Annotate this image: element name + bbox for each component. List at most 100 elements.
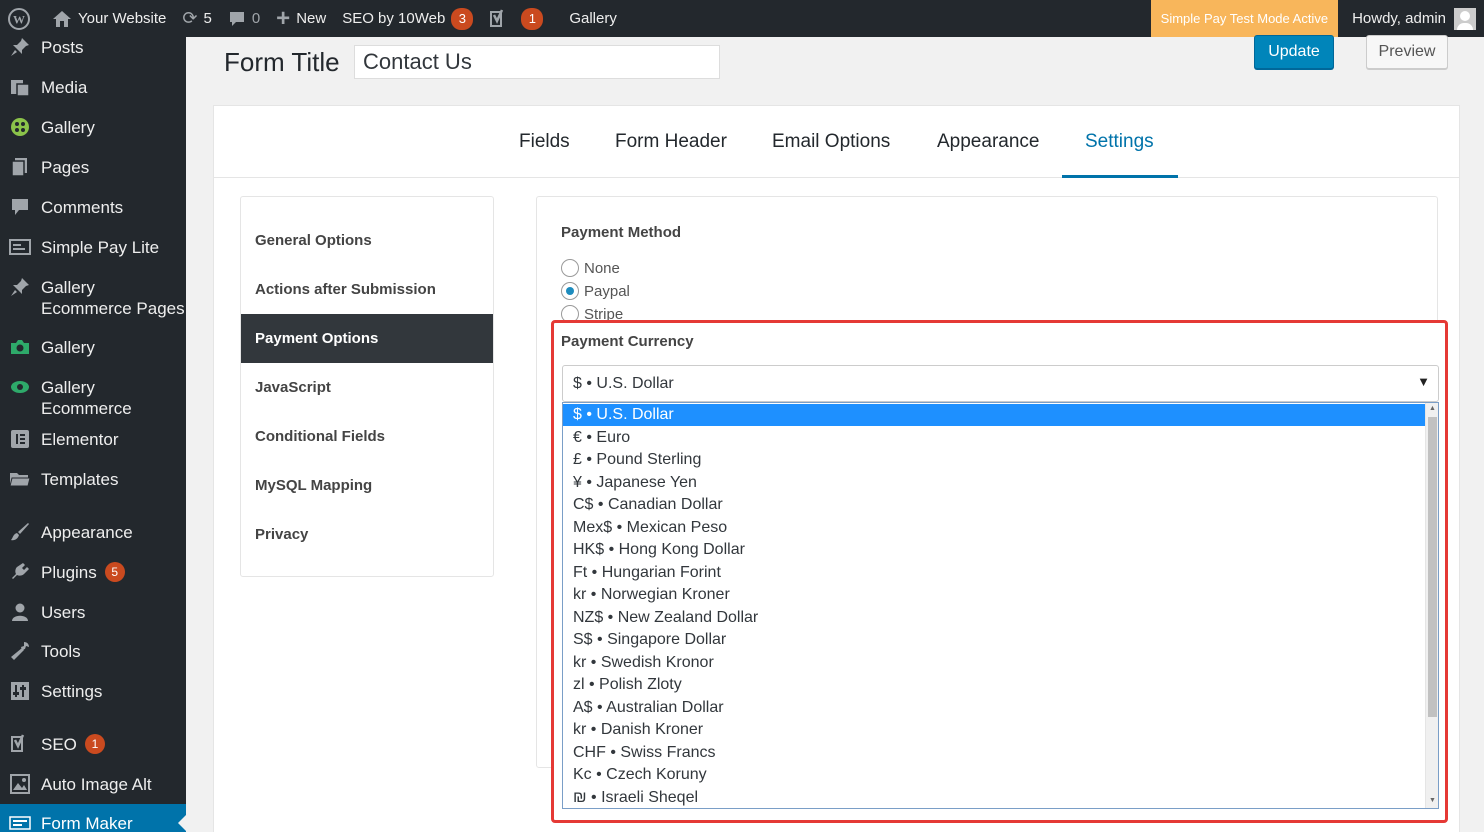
sidebar-item-tools[interactable]: Tools [0,641,186,662]
simple-pay-icon [8,237,32,257]
tab-email-options[interactable]: Email Options [772,106,890,178]
nav-javascript[interactable]: JavaScript [241,363,493,412]
nav-privacy[interactable]: Privacy [241,510,493,559]
currency-option[interactable]: HK$ • Hong Kong Dollar [563,539,1425,561]
sidebar-item-settings[interactable]: Settings [0,681,186,702]
sidebar-item-label: Simple Pay Lite [41,238,160,257]
updates-link[interactable]: ⟳ 5 [174,0,219,37]
sidebar-item-comments[interactable]: Comments [0,197,186,218]
sidebar-item-gallery-2[interactable]: Gallery [0,337,186,358]
nav-actions-after-submission[interactable]: Actions after Submission [241,265,493,314]
currency-option[interactable]: ₪ • Israeli Sheqel [563,787,1425,808]
gallery-link[interactable]: Gallery [551,0,625,37]
dropdown-scrollbar[interactable]: ▲ ▼ [1425,403,1438,808]
comment-icon [228,10,246,28]
tab-form-header[interactable]: Form Header [615,106,727,178]
tab-appearance[interactable]: Appearance [937,106,1039,178]
nav-general-options[interactable]: General Options [241,216,493,265]
yoast-link[interactable]: 1 [481,0,551,37]
gallery-label: Gallery [569,10,617,27]
comments-count: 0 [251,10,261,27]
radio-label: Paypal [584,282,630,300]
currency-option[interactable]: ¥ • Japanese Yen [563,472,1425,494]
avatar [1454,7,1476,30]
sidebar-item-label: Elementor [41,430,119,449]
currency-option[interactable]: C$ • Canadian Dollar [563,494,1425,516]
currency-option[interactable]: € • Euro [563,427,1425,449]
form-title-label: Form Title [224,47,340,77]
folder-icon [8,469,32,489]
pin-icon [8,277,32,297]
sidebar-item-auto-image-alt[interactable]: Auto Image Alt [0,774,186,795]
sidebar-item-gallery-ecommerce-pages[interactable]: Gallery Ecommerce Pages [0,277,186,319]
currency-option[interactable]: CHF • Swiss Francs [563,742,1425,764]
sidebar-item-form-maker[interactable]: Form Maker [0,804,186,832]
currency-dropdown-list[interactable]: $ • U.S. Dollar € • Euro £ • Pound Sterl… [562,402,1439,809]
dropdown-arrow-icon: ▼ [1417,374,1430,389]
sidebar-item-posts[interactable]: Posts [0,37,186,58]
radio-none[interactable] [561,259,579,277]
sidebar-item-pages[interactable]: Pages [0,157,186,178]
sidebar-item-gallery[interactable]: Gallery [0,117,186,138]
currency-option[interactable]: kr • Danish Kroner [563,719,1425,741]
sidebar-item-label: Settings [41,682,103,701]
user-icon [8,602,32,622]
currency-option[interactable]: $ • U.S. Dollar [563,404,1425,426]
currency-option[interactable]: kr • Swedish Kronor [563,652,1425,674]
sidebar-item-label: Tools [41,642,81,661]
svg-text:W: W [13,12,25,26]
currency-option[interactable]: A$ • Australian Dollar [563,697,1425,719]
nav-payment-options[interactable]: Payment Options [241,314,493,363]
sidebar-item-appearance[interactable]: Appearance [0,522,186,543]
wordpress-logo[interactable]: W [0,0,44,37]
nav-mysql-mapping[interactable]: MySQL Mapping [241,461,493,510]
sidebar-item-plugins[interactable]: Plugins 5 [0,562,186,583]
currency-option[interactable]: Ft • Hungarian Forint [563,562,1425,584]
test-mode-notice[interactable]: Simple Pay Test Mode Active [1150,0,1339,37]
scroll-up-icon[interactable]: ▲ [1428,404,1437,414]
sidebar-item-label: SEO [41,735,77,754]
update-button[interactable]: Update [1254,35,1334,69]
currency-option[interactable]: Kc • Czech Koruny [563,764,1425,786]
site-name-link[interactable]: Your Website [44,0,174,37]
sidebar-item-label: Form Maker [41,813,133,832]
new-content-link[interactable]: + New [268,0,334,37]
scrollbar-thumb[interactable] [1428,417,1437,717]
sidebar-item-label: Users [41,603,86,622]
currency-option[interactable]: zl • Polish Zloty [563,674,1425,696]
payment-currency-select[interactable]: $ • U.S. Dollar ▼ [562,365,1439,402]
currency-selected-value: $ • U.S. Dollar [573,374,674,392]
sidebar-item-simple-pay-lite[interactable]: Simple Pay Lite [0,237,186,258]
sidebar-item-media[interactable]: Media [0,77,186,98]
preview-button[interactable]: Preview [1366,35,1448,69]
my-account-link[interactable]: Howdy, admin [1338,7,1484,30]
comments-link[interactable]: 0 [220,0,268,37]
sidebar-item-label: Gallery [41,118,95,137]
currency-option[interactable]: NZ$ • New Zealand Dollar [563,607,1425,629]
seo-10web-link[interactable]: SEO by 10Web 3 [334,0,481,37]
form-title-input[interactable] [354,45,720,79]
sidebar-item-seo[interactable]: SEO 1 [0,734,186,755]
scroll-down-icon[interactable]: ▼ [1428,796,1437,806]
tab-fields[interactable]: Fields [519,106,570,178]
sidebar-item-label: Pages [41,158,90,177]
currency-option[interactable]: £ • Pound Sterling [563,449,1425,471]
sidebar-item-label: Posts [41,38,84,57]
new-label: New [296,10,327,27]
currency-option[interactable]: S$ • Singapore Dollar [563,629,1425,651]
payment-method-none[interactable]: None [561,258,620,278]
sidebar-item-users[interactable]: Users [0,602,186,623]
comments-icon [8,197,32,217]
sidebar-item-label: Plugins [41,563,97,582]
sidebar-item-label: Media [41,78,88,97]
sidebar-item-templates[interactable]: Templates [0,469,186,490]
payment-method-paypal[interactable]: Paypal [561,281,630,301]
sidebar-item-gallery-ecommerce[interactable]: Gallery Ecommerce [0,377,186,419]
currency-option[interactable]: Mex$ • Mexican Peso [563,517,1425,539]
tab-settings[interactable]: Settings [1085,106,1154,178]
nav-conditional-fields[interactable]: Conditional Fields [241,412,493,461]
currency-option[interactable]: kr • Norwegian Kroner [563,584,1425,606]
image-alt-icon [8,774,32,794]
radio-paypal[interactable] [561,282,579,300]
sidebar-item-elementor[interactable]: Elementor [0,429,186,450]
